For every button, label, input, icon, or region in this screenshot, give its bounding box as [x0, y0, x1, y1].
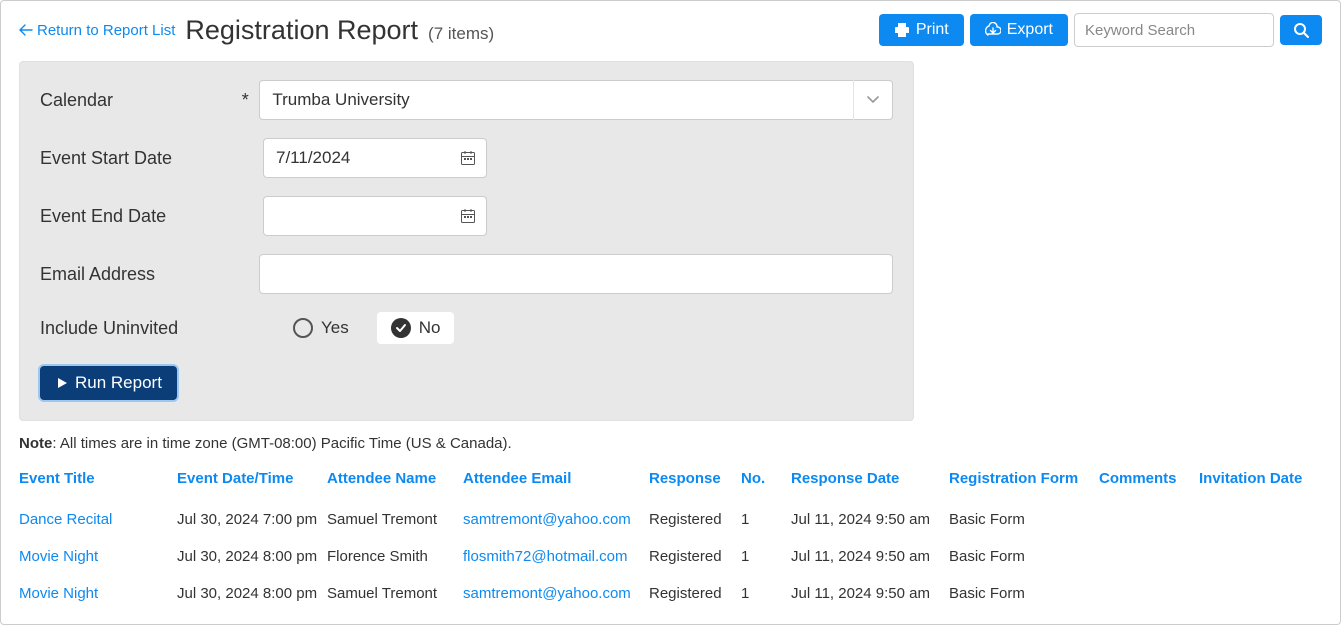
email-input[interactable]	[259, 254, 893, 294]
row-calendar: Calendar *	[40, 80, 893, 120]
print-icon	[894, 22, 910, 38]
cell-reg-form: Basic Form	[949, 501, 1099, 538]
cell-attendee-name: Samuel Tremont	[327, 501, 463, 538]
calendar-icon[interactable]	[449, 138, 487, 178]
cell-event-title[interactable]: Movie Night	[19, 575, 177, 612]
table-row: Dance RecitalJul 30, 2024 7:00 pmSamuel …	[19, 501, 1322, 538]
cell-response: Registered	[649, 501, 741, 538]
table-row: Movie NightJul 30, 2024 8:00 pmFlorence …	[19, 538, 1322, 575]
row-include-uninvited: Include Uninvited Yes No	[40, 312, 893, 344]
page-title-text: Registration Report	[185, 15, 418, 46]
start-date-label: Event Start Date	[40, 148, 245, 169]
cell-invitation-date	[1199, 575, 1322, 612]
radio-checked-icon	[391, 318, 411, 338]
end-date-label: Event End Date	[40, 206, 245, 227]
cell-event-date: Jul 30, 2024 7:00 pm	[177, 501, 327, 538]
table-header-row: Event Title Event Date/Time Attendee Nam…	[19, 464, 1322, 501]
row-end-date: Event End Date	[40, 196, 893, 236]
play-icon	[55, 376, 69, 390]
col-comments[interactable]: Comments	[1099, 464, 1199, 501]
cell-event-date: Jul 30, 2024 8:00 pm	[177, 575, 327, 612]
cell-response: Registered	[649, 538, 741, 575]
header-actions: Print Export	[879, 13, 1322, 47]
cell-invitation-date	[1199, 501, 1322, 538]
print-button-label: Print	[916, 21, 949, 39]
cell-invitation-date	[1199, 538, 1322, 575]
cell-attendee-email[interactable]: flosmith72@hotmail.com	[463, 538, 649, 575]
col-event-date[interactable]: Event Date/Time	[177, 464, 327, 501]
search-input[interactable]	[1074, 13, 1274, 47]
col-attendee-email[interactable]: Attendee Email	[463, 464, 649, 501]
uninvited-yes-option[interactable]: Yes	[279, 312, 363, 344]
cell-response-date: Jul 11, 2024 9:50 am	[791, 575, 949, 612]
filter-panel: Calendar * Event Start Date Event End Da…	[19, 61, 914, 421]
search-icon	[1293, 22, 1309, 38]
cell-no: 1	[741, 501, 791, 538]
uninvited-yes-label: Yes	[321, 318, 349, 338]
timezone-note: Note: All times are in time zone (GMT-08…	[19, 435, 1322, 452]
run-report-label: Run Report	[75, 373, 162, 393]
cell-response: Registered	[649, 575, 741, 612]
arrow-left-icon	[19, 24, 33, 36]
export-icon	[985, 22, 1001, 38]
cell-comments	[1099, 501, 1199, 538]
return-link-label: Return to Report List	[37, 22, 175, 39]
email-label: Email Address	[40, 264, 242, 285]
col-no[interactable]: No.	[741, 464, 791, 501]
uninvited-radio-group: Yes No	[279, 312, 454, 344]
print-button[interactable]: Print	[879, 14, 964, 46]
note-text: : All times are in time zone (GMT-08:00)…	[52, 435, 511, 452]
cell-event-title[interactable]: Dance Recital	[19, 501, 177, 538]
note-prefix: Note	[19, 435, 52, 452]
search-button[interactable]	[1280, 15, 1322, 45]
run-report-button[interactable]: Run Report	[40, 366, 177, 400]
item-count: (7 items)	[428, 24, 494, 44]
calendar-icon[interactable]	[449, 196, 487, 236]
cell-reg-form: Basic Form	[949, 575, 1099, 612]
page-title: Registration Report (7 items)	[185, 15, 494, 46]
end-date-field[interactable]	[263, 196, 487, 236]
cell-no: 1	[741, 575, 791, 612]
start-date-field[interactable]	[263, 138, 487, 178]
uninvited-no-label: No	[419, 318, 441, 338]
col-attendee-name[interactable]: Attendee Name	[327, 464, 463, 501]
uninvited-no-option[interactable]: No	[377, 312, 455, 344]
cell-comments	[1099, 575, 1199, 612]
col-invitation-date[interactable]: Invitation Date	[1199, 464, 1322, 501]
col-event-title[interactable]: Event Title	[19, 464, 177, 501]
cell-response-date: Jul 11, 2024 9:50 am	[791, 538, 949, 575]
return-link[interactable]: Return to Report List	[19, 22, 175, 39]
cell-no: 1	[741, 538, 791, 575]
cell-reg-form: Basic Form	[949, 538, 1099, 575]
cell-attendee-email[interactable]: samtremont@yahoo.com	[463, 501, 649, 538]
cell-attendee-name: Florence Smith	[327, 538, 463, 575]
table-row: Movie NightJul 30, 2024 8:00 pmSamuel Tr…	[19, 575, 1322, 612]
cell-attendee-name: Samuel Tremont	[327, 575, 463, 612]
col-reg-form[interactable]: Registration Form	[949, 464, 1099, 501]
calendar-value[interactable]	[259, 80, 893, 120]
cell-comments	[1099, 538, 1199, 575]
export-button-label: Export	[1007, 21, 1053, 39]
col-response-date[interactable]: Response Date	[791, 464, 949, 501]
cell-event-date: Jul 30, 2024 8:00 pm	[177, 538, 327, 575]
uninvited-label: Include Uninvited	[40, 318, 245, 339]
page-header: Return to Report List Registration Repor…	[19, 13, 1322, 47]
row-start-date: Event Start Date	[40, 138, 893, 178]
cell-response-date: Jul 11, 2024 9:50 am	[791, 501, 949, 538]
col-response[interactable]: Response	[649, 464, 741, 501]
calendar-select[interactable]	[259, 80, 893, 120]
chevron-down-icon	[853, 80, 893, 120]
report-table: Event Title Event Date/Time Attendee Nam…	[19, 464, 1322, 612]
calendar-label: Calendar	[40, 90, 242, 111]
cell-event-title[interactable]: Movie Night	[19, 538, 177, 575]
radio-unchecked-icon	[293, 318, 313, 338]
cell-attendee-email[interactable]: samtremont@yahoo.com	[463, 575, 649, 612]
row-email: Email Address	[40, 254, 893, 294]
required-star-icon: *	[242, 90, 260, 111]
export-button[interactable]: Export	[970, 14, 1068, 46]
